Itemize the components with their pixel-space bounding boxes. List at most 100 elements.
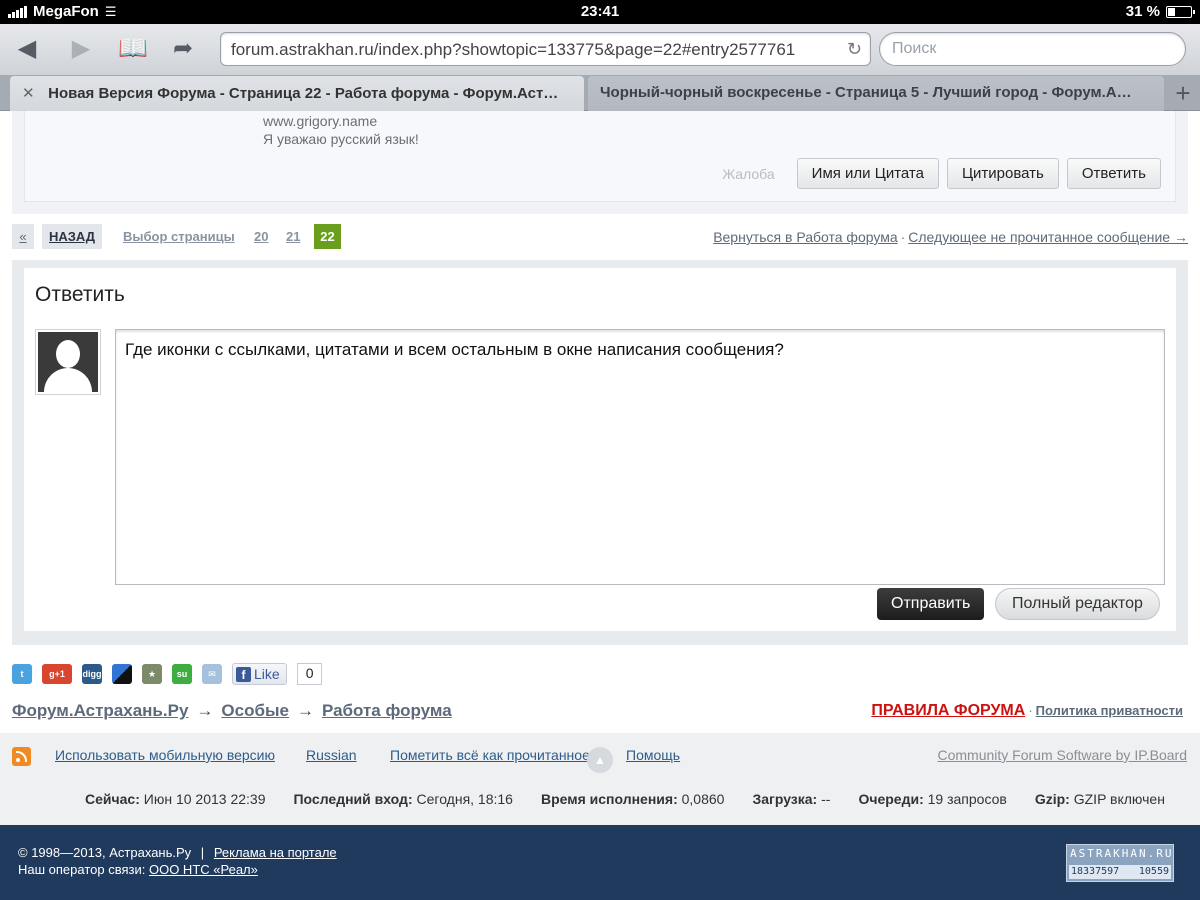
site-footer: © 1998—2013, Астрахань.Ру | Реклама на п… <box>0 825 1200 900</box>
ios-status-bar: MegaFon ☰ 23:41 31 % <box>0 0 1200 24</box>
help-link[interactable]: Помощь <box>626 747 680 763</box>
stumbleupon-icon[interactable]: su <box>172 664 192 684</box>
battery-icon <box>1166 5 1195 18</box>
share-bar: t g+1 digg ★ su ✉ f Like 0 <box>12 663 323 685</box>
stat-last-visit: Последний вход: Сегодня, 18:16 <box>293 791 513 807</box>
counter-total: 18337597 <box>1071 866 1120 877</box>
separator: | <box>200 845 205 860</box>
pagination: « НАЗАД Выбор страницы 20 21 22 Вернутьс… <box>12 224 1188 250</box>
delicious-icon[interactable] <box>112 664 132 684</box>
copyright-line: © 1998—2013, Астрахань.Ру | Реклама на п… <box>18 845 337 860</box>
user-silhouette-icon <box>38 332 98 392</box>
stat-exec-time: Время исполнения: 0,0860 <box>540 791 725 807</box>
stat-gzip: Gzip: GZIP включен <box>1034 791 1165 807</box>
browser-toolbar: ◀ ▶ 📖 ➦ forum.astrakhan.ru/index.php?sho… <box>0 24 1200 76</box>
operator-label: Наш оператор связи: <box>18 862 146 877</box>
forum-rules-link[interactable]: ПРАВИЛА ФОРУМА <box>871 702 1025 719</box>
tab-title: Новая Версия Форума - Страница 22 - Рабо… <box>48 85 559 102</box>
breadcrumb-link[interactable]: Работа форума <box>322 701 452 720</box>
next-unread-link[interactable]: Следующее не прочитанное сообщение → <box>908 229 1188 245</box>
operator-link[interactable]: ООО НТС «Реал» <box>149 862 258 877</box>
like-label: Like <box>254 666 280 682</box>
footer-links: Использовать мобильную версию Russian По… <box>0 733 1200 836</box>
bookmark-icon[interactable]: ★ <box>142 664 162 684</box>
new-tab-icon[interactable]: + <box>1166 76 1200 111</box>
separator: · <box>900 229 906 245</box>
post-container: www.grigory.name Я уважаю русский язык! … <box>12 111 1188 214</box>
current-page: 22 <box>314 224 341 249</box>
facebook-like-button[interactable]: f Like <box>232 663 287 685</box>
digg-icon[interactable]: digg <box>82 664 102 684</box>
page-content: www.grigory.name Я уважаю русский язык! … <box>0 111 1200 900</box>
back-link[interactable]: НАЗАД <box>42 224 103 249</box>
bookmarks-icon[interactable]: 📖 <box>116 34 150 64</box>
stat-load: Загрузка: -- <box>752 791 831 807</box>
report-link[interactable]: Жалоба <box>722 166 774 182</box>
powered-by-link[interactable]: Community Forum Software by IP.Board <box>937 747 1187 763</box>
operator-line: Наш оператор связи: ООО НТС «Реал» <box>18 862 258 877</box>
email-icon[interactable]: ✉ <box>202 664 222 684</box>
breadcrumb-link[interactable]: Особые <box>221 701 289 720</box>
quick-reply-box: Ответить Где иконки с ссылками, цитатами… <box>12 260 1188 645</box>
counter-values: 18337597 10559 <box>1069 865 1171 879</box>
tab-inactive[interactable]: Чорный-чорный воскресенье - Страница 5 -… <box>588 76 1164 111</box>
topic-nav: Вернуться в Работа форума · Следующее не п… <box>713 229 1188 245</box>
url-text: forum.astrakhan.ru/index.php?showtopic=1… <box>231 40 796 59</box>
stat-now: Сейчас: Июн 10 2013 22:39 <box>85 791 266 807</box>
visit-counter[interactable]: ASTRAKHAN.RU 18337597 10559 <box>1066 844 1174 882</box>
scroll-to-top-icon[interactable]: ▲ <box>587 747 613 773</box>
prev-page-link[interactable]: « <box>12 224 34 249</box>
tab-bar: ✕ Новая Версия Форума - Страница 22 - Ра… <box>0 76 1200 111</box>
name-or-quote-button[interactable]: Имя или Цитата <box>796 158 939 189</box>
counter-today: 10559 <box>1138 866 1169 877</box>
stat-queue: Очереди: 19 запросов <box>858 791 1007 807</box>
battery-percent: 31 % <box>1125 3 1160 20</box>
address-bar[interactable]: forum.astrakhan.ru/index.php?showtopic=1… <box>220 32 871 66</box>
share-icon[interactable]: ➦ <box>166 34 200 64</box>
back-arrow-icon[interactable]: ◀ <box>10 34 44 64</box>
facebook-icon: f <box>236 666 251 682</box>
reply-button[interactable]: Ответить <box>1066 158 1161 189</box>
avatar <box>35 329 101 395</box>
close-tab-icon[interactable]: ✕ <box>22 84 40 102</box>
twitter-icon[interactable]: t <box>12 664 32 684</box>
reload-icon[interactable]: ↻ <box>847 39 862 60</box>
tab-active[interactable]: ✕ Новая Версия Форума - Страница 22 - Ра… <box>10 76 584 111</box>
breadcrumb-link[interactable]: Форум.Астрахань.Ру <box>12 701 188 720</box>
search-input[interactable]: Поиск <box>879 32 1186 66</box>
reply-title: Ответить <box>35 283 125 306</box>
privacy-policy-link[interactable]: Политика приватности <box>1036 703 1183 718</box>
like-count: 0 <box>296 663 323 685</box>
post-body: www.grigory.name Я уважаю русский язык! … <box>24 111 1176 202</box>
copyright-text: © 1998—2013, Астрахань.Ру <box>18 845 192 860</box>
post-actions: Жалоба Имя или Цитата Цитировать Ответит… <box>722 158 1161 189</box>
rules-links: ПРАВИЛА ФОРУМА · Политика приватности <box>871 702 1183 720</box>
submit-button[interactable]: Отправить <box>877 588 985 620</box>
choose-page-link[interactable]: Выбор страницы <box>123 224 235 249</box>
reply-textarea[interactable]: Где иконки с ссылками, цитатами и всем о… <box>115 329 1165 585</box>
quote-button[interactable]: Цитировать <box>946 158 1059 189</box>
mark-all-read-link[interactable]: Пометить всё как прочитанное <box>390 747 590 763</box>
post-signature: www.grigory.name Я уважаю русский язык! <box>263 112 419 148</box>
mobile-version-link[interactable]: Использовать мобильную версию <box>55 747 275 763</box>
clock: 23:41 <box>580 3 620 20</box>
tab-title: Чорный-чорный воскресенье - Страница 5 -… <box>600 84 1132 101</box>
ads-link[interactable]: Реклама на портале <box>214 845 337 860</box>
forward-arrow-icon[interactable]: ▶ <box>64 34 98 64</box>
breadcrumb-arrow: → <box>196 701 214 720</box>
quick-reply-inner: Ответить Где иконки с ссылками, цитатами… <box>24 268 1176 631</box>
language-link[interactable]: Russian <box>306 747 357 763</box>
forum-stats: Сейчас: Июн 10 2013 22:39 Последний вход… <box>85 791 1165 807</box>
signature-line: Я уважаю русский язык! <box>263 131 419 147</box>
rss-icon[interactable] <box>12 747 31 766</box>
full-editor-button[interactable]: Полный редактор <box>995 588 1160 620</box>
page-link[interactable]: 21 <box>286 224 300 249</box>
separator: · <box>1028 703 1033 718</box>
breadcrumb: Форум.Астрахань.Ру → Особые → Работа форума <box>12 701 452 721</box>
signature-line: www.grigory.name <box>263 113 378 129</box>
breadcrumb-arrow: → <box>296 701 314 720</box>
google-plus-icon[interactable]: g+1 <box>42 664 72 684</box>
return-to-forum-link[interactable]: Вернуться в Работа форума <box>713 229 897 245</box>
battery-group: 31 % <box>1125 3 1195 20</box>
page-link[interactable]: 20 <box>254 224 268 249</box>
